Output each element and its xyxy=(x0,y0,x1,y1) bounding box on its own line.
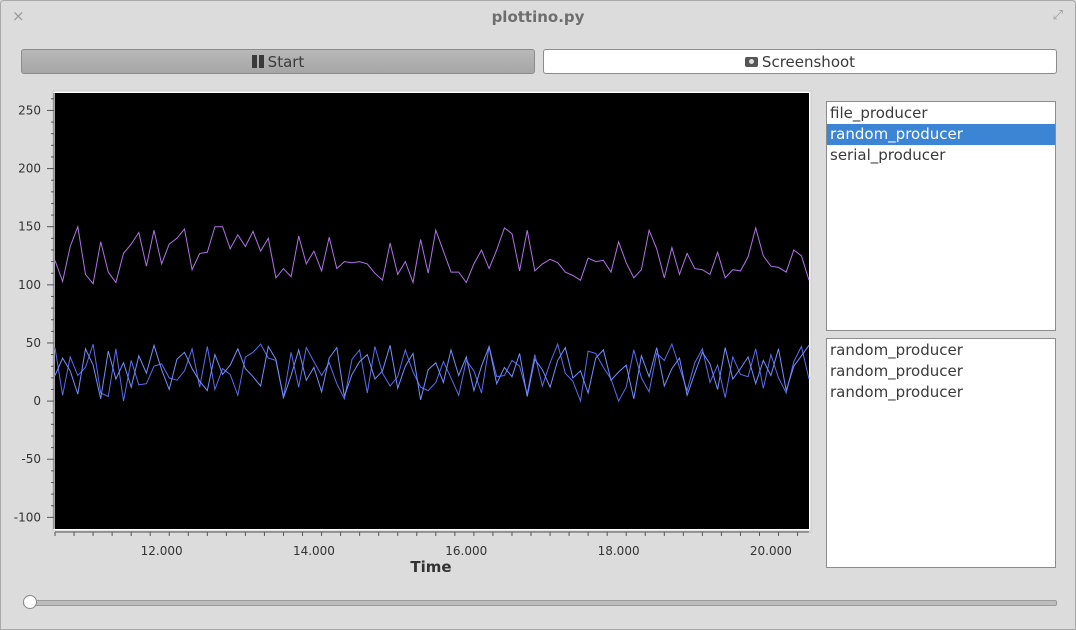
y-tick-label: 0 xyxy=(33,394,41,408)
title-bar: × plottino.py ⤢ xyxy=(1,1,1075,35)
y-tick-label: -100 xyxy=(14,510,41,524)
producer-list[interactable]: file_producer random_producer serial_produ… xyxy=(826,101,1056,331)
pause-icon xyxy=(251,55,264,68)
active-producer-list-item[interactable]: random_producer xyxy=(827,340,1055,361)
slider-handle[interactable] xyxy=(23,595,37,609)
plot-canvas xyxy=(55,93,809,529)
y-tick-label: 50 xyxy=(26,336,41,350)
y-tick-label: -50 xyxy=(21,452,41,466)
active-producer-list-items: random_producer random_producer random_pro… xyxy=(827,339,1055,403)
camera-icon xyxy=(744,56,758,67)
y-tick-label: 200 xyxy=(18,162,41,176)
time-series-plot[interactable]: 250 200 150 100 50 0 -50 -100 12.000 14.000 16.000… xyxy=(1,89,816,579)
x-tick-label: 16.000 xyxy=(445,544,487,558)
time-slider[interactable] xyxy=(23,594,1057,610)
active-producer-list-item[interactable]: random_producer xyxy=(827,382,1055,403)
active-producer-list[interactable]: random_producer random_producer random_pro… xyxy=(826,338,1056,568)
x-tick-label: 14.000 xyxy=(293,544,335,558)
plot-area[interactable]: 250 200 150 100 50 0 -50 -100 12.000 14.000 16.000… xyxy=(1,89,816,579)
y-tick-label: 250 xyxy=(18,103,41,117)
producer-list-item[interactable]: file_producer xyxy=(827,103,1055,124)
y-tick-label: 150 xyxy=(18,220,41,234)
x-tick-label: 18.000 xyxy=(598,544,640,558)
window-title: plottino.py xyxy=(491,8,585,26)
slider-groove[interactable] xyxy=(23,600,1057,606)
x-tick-label: 20.000 xyxy=(750,544,792,558)
y-tick-label: 100 xyxy=(18,278,41,292)
app-window: × plottino.py ⤢ Start Screenshoot 250 200… xyxy=(0,0,1076,630)
start-button-label: Start xyxy=(267,52,305,71)
screenshot-button[interactable]: Screenshoot xyxy=(543,49,1057,74)
maximize-icon[interactable]: ⤢ xyxy=(1053,8,1063,23)
producer-list-item[interactable]: random_producer xyxy=(827,124,1055,145)
x-tick-label: 12.000 xyxy=(141,544,183,558)
producer-list-item[interactable]: serial_producer xyxy=(827,145,1055,166)
screenshot-button-label: Screenshoot xyxy=(761,52,856,71)
start-button[interactable]: Start xyxy=(21,49,535,74)
active-producer-list-item[interactable]: random_producer xyxy=(827,361,1055,382)
x-axis-label: Time xyxy=(410,558,451,576)
producer-list-items: file_producer random_producer serial_produ… xyxy=(827,102,1055,166)
